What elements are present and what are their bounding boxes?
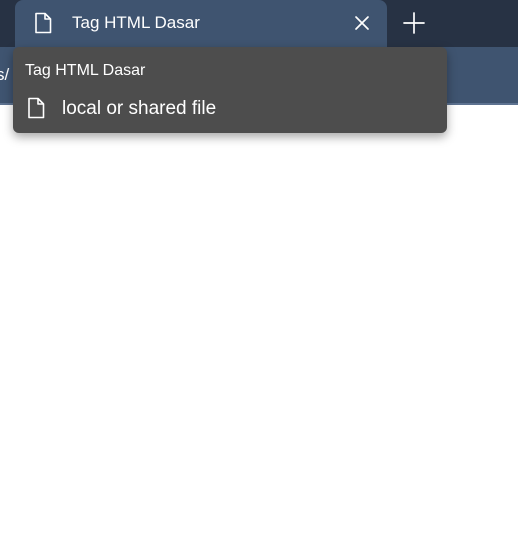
- browser-tab-active[interactable]: Tag HTML Dasar: [15, 0, 387, 47]
- address-text[interactable]: s/: [0, 65, 9, 85]
- page-content: [0, 105, 518, 546]
- tab-title: Tag HTML Dasar: [72, 13, 200, 32]
- tab-hover-card: Tag HTML Dasar local or shared file: [13, 47, 447, 133]
- close-icon[interactable]: [351, 12, 373, 34]
- hover-card-source: local or shared file: [62, 98, 217, 119]
- browser-window: Tag HTML Dasar s/ Tag HTML Dasar local o…: [0, 0, 518, 546]
- file-icon: [28, 97, 45, 119]
- page-icon: [35, 12, 52, 34]
- tab-strip: Tag HTML Dasar: [0, 0, 518, 47]
- plus-icon[interactable]: [401, 10, 427, 36]
- hover-card-title: Tag HTML Dasar: [25, 62, 146, 79]
